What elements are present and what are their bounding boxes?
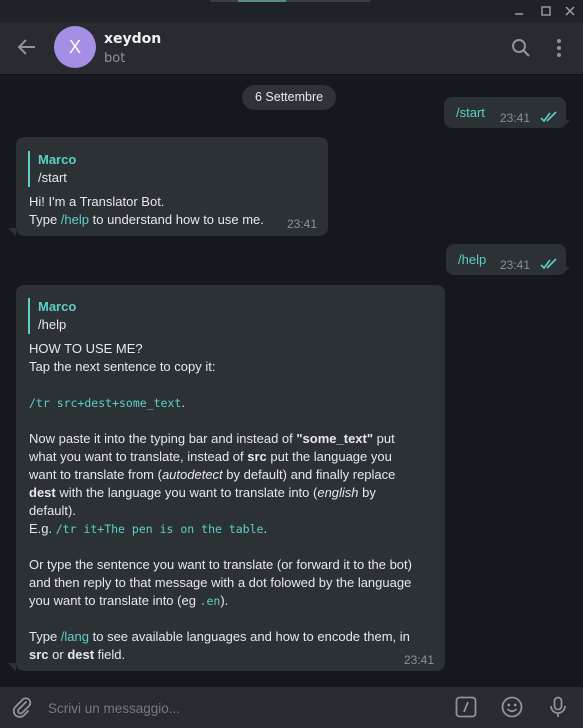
reply-quote[interactable]: Marco /start	[28, 151, 76, 187]
message-line: HOW TO USE ME?	[29, 341, 143, 356]
message-text[interactable]: /help	[458, 252, 486, 267]
reply-author: Marco	[38, 152, 77, 167]
bubble-tail	[8, 228, 16, 236]
maximize-icon[interactable]	[539, 4, 553, 18]
microphone-icon[interactable]	[546, 695, 570, 719]
message-line: Now paste it into the typing bar and ins…	[29, 430, 439, 448]
chat-status: bot	[104, 51, 126, 66]
command-link[interactable]: /help	[61, 212, 89, 227]
text-span: to see available languages and how to en…	[89, 629, 410, 644]
message-line: Tap the next sentence to copy it:	[29, 359, 216, 374]
composer	[0, 687, 583, 728]
message-text: HOW TO USE ME? Tap the next sentence to …	[29, 340, 439, 664]
paperclip-icon[interactable]	[10, 695, 34, 719]
arrow-left-icon[interactable]	[16, 36, 38, 58]
message-outgoing[interactable]: /start 23:41	[444, 97, 566, 128]
emoji-icon[interactable]	[500, 695, 524, 719]
text-span: you want to translate into (eg	[29, 593, 200, 608]
read-ticks-icon	[540, 258, 557, 270]
search-icon[interactable]	[510, 37, 532, 59]
message-line: src or dest field.	[29, 646, 439, 664]
slash-command-icon[interactable]	[454, 695, 478, 719]
close-icon[interactable]	[563, 4, 577, 18]
telegram-window: X xeydon bot 6 Settembre /start 23:41 Ma…	[0, 0, 583, 728]
text-span: Type	[29, 212, 61, 227]
read-ticks-icon	[540, 111, 557, 123]
message-outgoing[interactable]: /help 23:41	[446, 244, 566, 275]
bubble-tail	[562, 267, 570, 275]
reply-quote[interactable]: Marco /help	[28, 298, 76, 334]
message-time: 23:41	[287, 217, 318, 231]
code-snippet[interactable]: /tr it+The pen is on the table	[56, 522, 264, 536]
bubble-tail	[562, 120, 570, 128]
minimize-icon[interactable]	[512, 4, 526, 18]
message-line: default).	[29, 503, 76, 518]
chat-name[interactable]: xeydon	[104, 31, 161, 47]
reply-text: /help	[38, 317, 67, 332]
bold-text: src	[29, 647, 49, 662]
message-incoming[interactable]: Marco /start Hi! I'm a Translator Bot. T…	[16, 137, 328, 236]
text-span: E.g.	[29, 521, 56, 536]
code-snippet[interactable]: .en	[200, 594, 221, 608]
text-span: with the language you want to translate …	[55, 485, 318, 500]
reply-author: Marco	[38, 299, 77, 314]
reply-text: /start	[38, 170, 67, 185]
italic-text: autodetect	[161, 467, 223, 482]
text-span: .	[181, 395, 185, 410]
title-bar	[0, 0, 583, 22]
text-span: put the language you	[266, 449, 392, 464]
text-span: Type	[29, 629, 61, 644]
bold-text: src	[247, 449, 267, 464]
message-line: Type /help to understand how to use me.	[29, 211, 264, 229]
text-span: .	[263, 521, 268, 536]
bold-text: dest	[67, 647, 95, 662]
text-span: to understand how to use me.	[89, 212, 264, 227]
message-line: Type /lang to see available languages an…	[29, 628, 439, 646]
text-span: want to translate from (	[29, 467, 162, 482]
text-span: by	[358, 485, 376, 500]
message-time: 23:41	[500, 258, 531, 272]
text-span: field.	[94, 647, 126, 662]
message-input[interactable]	[46, 695, 430, 721]
code-snippet[interactable]: /tr src+dest+some_text	[29, 396, 181, 410]
title-bar-accent	[210, 0, 370, 2]
message-line: want to translate from (autodetect by de…	[29, 466, 439, 484]
command-link[interactable]: /lang	[61, 629, 89, 644]
message-incoming[interactable]: Marco /help HOW TO USE ME? Tap the next …	[16, 285, 445, 671]
message-text[interactable]: /start	[456, 105, 485, 120]
italic-text: english	[317, 485, 359, 500]
message-line: Or type the sentence you want to transla…	[29, 557, 412, 572]
message-line: and then reply to that message with a do…	[29, 575, 412, 590]
chat-header: X xeydon bot	[0, 22, 583, 75]
message-line: you want to translate into (eg .en).	[29, 592, 439, 610]
bubble-tail	[8, 663, 16, 671]
bold-text: "some_text"	[296, 431, 374, 446]
message-time: 23:41	[404, 653, 435, 667]
message-line: E.g. /tr it+The pen is on the table.	[29, 520, 439, 538]
message-list[interactable]: 6 Settembre /start 23:41 Marco /start Hi…	[0, 75, 583, 687]
avatar[interactable]: X	[54, 26, 96, 68]
text-span: Now paste it into the typing bar and ins…	[29, 431, 297, 446]
bold-text: dest	[29, 485, 56, 500]
message-text: Hi! I'm a Translator Bot. Type /help to …	[29, 193, 264, 229]
date-separator: 6 Settembre	[242, 85, 337, 110]
text-span: or	[48, 647, 68, 662]
text-span: put	[373, 431, 395, 446]
message-line: /tr src+dest+some_text.	[29, 394, 439, 412]
text-span: ).	[220, 593, 229, 608]
message-time: 23:41	[500, 111, 531, 125]
message-line: what you want to translate, instead of s…	[29, 448, 439, 466]
message-line: Hi! I'm a Translator Bot.	[29, 194, 165, 209]
text-span: what you want to translate, instead of	[29, 449, 248, 464]
more-vertical-icon[interactable]	[548, 37, 570, 59]
message-line: dest with the language you want to trans…	[29, 484, 439, 502]
text-span: by default) and finally replace	[222, 467, 396, 482]
